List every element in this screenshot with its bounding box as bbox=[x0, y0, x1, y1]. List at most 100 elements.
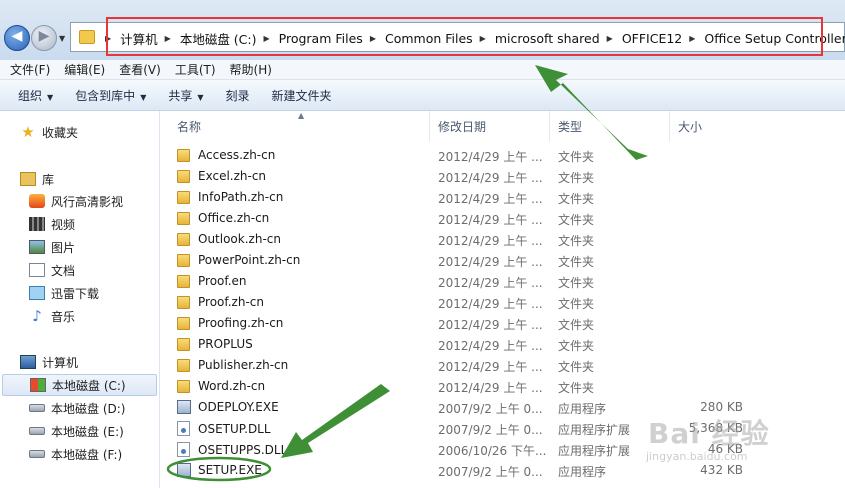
file-name: PowerPoint.zh-cn bbox=[198, 253, 301, 267]
document-icon bbox=[29, 263, 45, 277]
file-type: 文件夹 bbox=[558, 171, 595, 185]
folder-icon bbox=[177, 274, 190, 288]
file-row[interactable]: Publisher.zh-cn 2012/4/29 上午 ... 文件夹 bbox=[160, 355, 845, 376]
file-date: 2012/4/29 上午 ... bbox=[438, 360, 543, 374]
computer-icon bbox=[20, 355, 36, 369]
file-row[interactable]: Outlook.zh-cn 2012/4/29 上午 ... 文件夹 bbox=[160, 229, 845, 250]
file-name-cell: Office.zh-cn bbox=[177, 211, 269, 225]
file-type: 文件夹 bbox=[558, 150, 595, 164]
file-date: 2006/10/26 下午... bbox=[438, 444, 547, 458]
file-name-cell: PowerPoint.zh-cn bbox=[177, 253, 300, 267]
hard-drive-icon bbox=[29, 404, 45, 412]
back-arrow-icon: ◀ bbox=[11, 28, 23, 44]
forward-button[interactable]: ▶ bbox=[31, 25, 57, 51]
column-header-size[interactable]: 大小 bbox=[670, 111, 770, 141]
file-type: 文件夹 bbox=[558, 213, 595, 227]
column-header-date[interactable]: 修改日期 bbox=[430, 111, 550, 141]
exe-icon bbox=[177, 463, 191, 477]
nav-item-videos[interactable]: 视频 bbox=[0, 213, 160, 235]
new-folder-button[interactable]: 新建文件夹 bbox=[272, 87, 332, 104]
nav-item-documents[interactable]: 文档 bbox=[0, 259, 160, 281]
file-type: 文件夹 bbox=[558, 297, 595, 311]
nav-drive-f[interactable]: 本地磁盘 (F:) bbox=[0, 443, 160, 465]
menu-view[interactable]: 查看(V) bbox=[119, 61, 161, 78]
nav-drive-c[interactable]: 本地磁盘 (C:) bbox=[2, 374, 157, 396]
nav-computer[interactable]: 计算机 bbox=[0, 351, 160, 373]
file-row[interactable]: PowerPoint.zh-cn 2012/4/29 上午 ... 文件夹 bbox=[160, 250, 845, 271]
file-name-cell: Access.zh-cn bbox=[177, 148, 275, 162]
picture-icon bbox=[29, 240, 45, 254]
column-header-type[interactable]: 类型 bbox=[550, 111, 670, 141]
file-row[interactable]: Access.zh-cn 2012/4/29 上午 ... 文件夹 bbox=[160, 145, 845, 166]
dll-file-icon bbox=[177, 421, 190, 436]
file-name-cell: OSETUPPS.DLL bbox=[177, 442, 287, 457]
folder-icon bbox=[79, 30, 95, 44]
star-icon: ★ bbox=[21, 123, 35, 141]
include-in-library-button[interactable]: 包含到库中 ▼ bbox=[75, 87, 146, 104]
hard-drive-icon bbox=[29, 450, 45, 458]
nav-drive-e[interactable]: 本地磁盘 (E:) bbox=[0, 420, 160, 442]
menu-edit[interactable]: 编辑(E) bbox=[64, 61, 105, 78]
nav-drive-d[interactable]: 本地磁盘 (D:) bbox=[0, 397, 160, 419]
chevron-down-icon: ▼ bbox=[140, 92, 147, 102]
nav-item-pictures[interactable]: 图片 bbox=[0, 236, 160, 258]
file-name: Publisher.zh-cn bbox=[198, 358, 289, 372]
organize-button[interactable]: 组织 ▼ bbox=[18, 87, 53, 104]
menu-help[interactable]: 帮助(H) bbox=[230, 61, 272, 78]
nav-label: 收藏夹 bbox=[42, 125, 79, 140]
file-row[interactable]: Office.zh-cn 2012/4/29 上午 ... 文件夹 bbox=[160, 208, 845, 229]
file-name: Proofing.zh-cn bbox=[198, 316, 284, 330]
file-name: Proof.zh-cn bbox=[198, 295, 264, 309]
file-type: 文件夹 bbox=[558, 234, 595, 248]
folder-icon bbox=[177, 190, 190, 204]
address-bar-area: ◀ ▶ ▼ ▶ 计算机 ▶ 本地磁盘 (C:) ▶ Program Files … bbox=[0, 0, 845, 60]
chevron-down-icon: ▼ bbox=[197, 92, 204, 102]
download-icon bbox=[29, 286, 45, 300]
file-name: OSETUPPS.DLL bbox=[198, 442, 288, 457]
watermark-logo: Bai 经验 bbox=[648, 417, 770, 450]
back-button[interactable]: ◀ bbox=[4, 25, 30, 51]
file-type: 文件夹 bbox=[558, 360, 595, 374]
recent-pages-dropdown-icon[interactable]: ▼ bbox=[59, 34, 65, 43]
nav-label: 风行高清影视 bbox=[51, 194, 124, 209]
file-date: 2012/4/29 上午 ... bbox=[438, 276, 543, 290]
file-date: 2012/4/29 上午 ... bbox=[438, 171, 543, 185]
share-button[interactable]: 共享 ▼ bbox=[168, 87, 203, 104]
file-row[interactable]: Proofing.zh-cn 2012/4/29 上午 ... 文件夹 bbox=[160, 313, 845, 334]
file-row[interactable]: InfoPath.zh-cn 2012/4/29 上午 ... 文件夹 bbox=[160, 187, 845, 208]
burn-button[interactable]: 刻录 bbox=[226, 87, 250, 104]
file-date: 2012/4/29 上午 ... bbox=[438, 150, 543, 164]
nav-favorites[interactable]: ★ 收藏夹 bbox=[0, 121, 160, 143]
forward-arrow-icon: ▶ bbox=[38, 28, 50, 44]
menu-tools[interactable]: 工具(T) bbox=[175, 61, 216, 78]
file-row[interactable]: Word.zh-cn 2012/4/29 上午 ... 文件夹 bbox=[160, 376, 845, 397]
menu-file[interactable]: 文件(F) bbox=[10, 61, 50, 78]
folder-icon bbox=[177, 148, 190, 162]
column-header-name[interactable]: 名称 bbox=[160, 111, 430, 141]
folder-icon bbox=[177, 211, 190, 225]
file-name: Word.zh-cn bbox=[198, 379, 266, 393]
file-row[interactable]: Excel.zh-cn 2012/4/29 上午 ... 文件夹 bbox=[160, 166, 845, 187]
nav-item-thunder-downloads[interactable]: 迅雷下载 bbox=[0, 282, 160, 304]
file-name-cell: OSETUP.DLL bbox=[177, 421, 271, 436]
file-name: Excel.zh-cn bbox=[198, 169, 267, 183]
file-row[interactable]: SETUP.EXE 2007/9/2 上午 0... 应用程序 432 KB bbox=[160, 460, 845, 481]
file-row[interactable]: PROPLUS 2012/4/29 上午 ... 文件夹 bbox=[160, 334, 845, 355]
nav-libraries[interactable]: 库 bbox=[0, 168, 160, 190]
nav-item-fengxing[interactable]: 风行高清影视 bbox=[0, 190, 160, 212]
nav-label: 本地磁盘 (E:) bbox=[51, 424, 124, 439]
file-type: 文件夹 bbox=[558, 318, 595, 332]
nav-label: 视频 bbox=[51, 217, 76, 232]
file-date: 2012/4/29 上午 ... bbox=[438, 192, 543, 206]
chevron-down-icon: ▼ bbox=[47, 92, 54, 102]
file-name: Office.zh-cn bbox=[198, 211, 270, 225]
file-date: 2012/4/29 上午 ... bbox=[438, 234, 543, 248]
file-type: 文件夹 bbox=[558, 276, 595, 290]
nav-label: 音乐 bbox=[51, 309, 76, 324]
file-row[interactable]: Proof.zh-cn 2012/4/29 上午 ... 文件夹 bbox=[160, 292, 845, 313]
nav-item-music[interactable]: ♪ 音乐 bbox=[0, 305, 160, 327]
file-name-cell: InfoPath.zh-cn bbox=[177, 190, 283, 204]
file-type: 应用程序 bbox=[558, 402, 607, 416]
video-icon bbox=[29, 217, 45, 231]
file-row[interactable]: Proof.en 2012/4/29 上午 ... 文件夹 bbox=[160, 271, 845, 292]
